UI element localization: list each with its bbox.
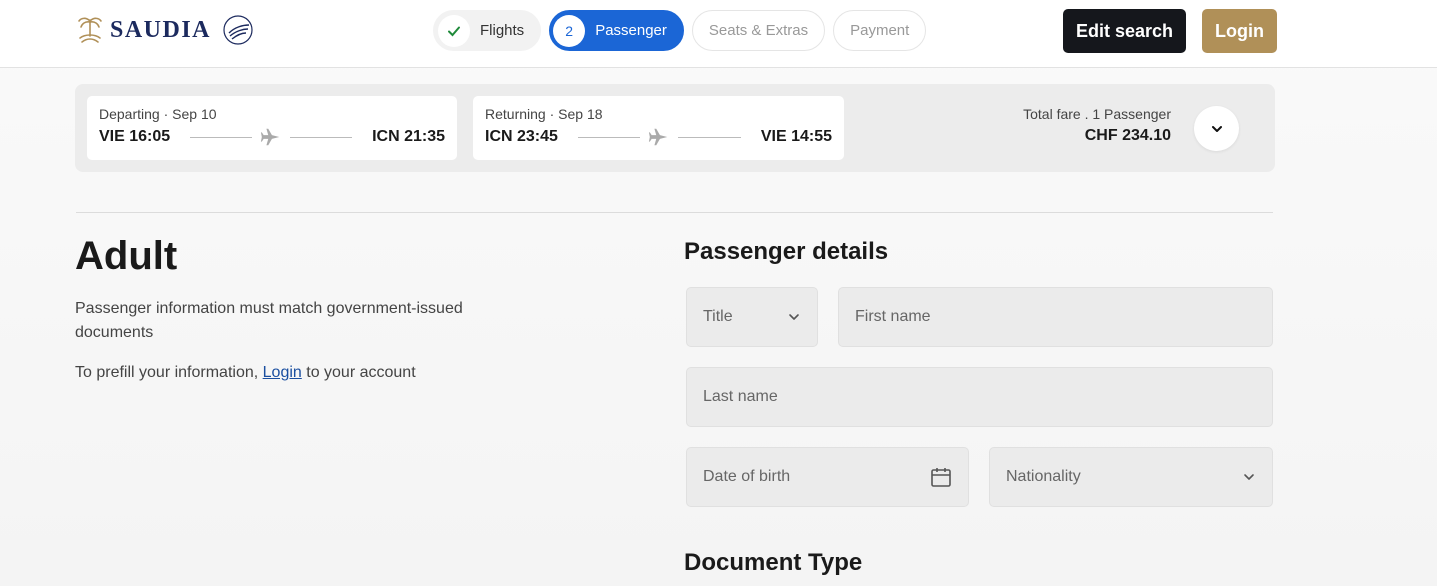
leg-route: ICN 23:45 VIE 14:55 [485,126,832,148]
step-passenger[interactable]: 2 Passenger [549,10,684,51]
first-name-field[interactable]: First name [838,287,1273,347]
calendar-icon[interactable] [930,466,952,488]
step-label: Flights [480,22,525,39]
title-select-placeholder: Title [703,308,733,325]
total-fare: Total fare . 1 Passenger CHF 234.10 [1023,106,1171,145]
dob-placeholder: Date of birth [703,468,791,485]
section-divider [76,212,1273,213]
chevron-down-icon [1244,474,1254,480]
step-payment[interactable]: Payment [833,10,927,51]
nationality-placeholder: Nationality [1006,468,1081,485]
passenger-type-title: Adult [75,234,178,278]
top-header: SAUDIA Flights 2 Passenger Seats & Extra… [0,0,1437,68]
airplane-icon [261,128,280,146]
fare-amount: CHF 234.10 [1084,127,1171,144]
destination-time: ICN 21:35 [372,128,445,145]
expand-summary-button[interactable] [1194,106,1239,151]
date-of-birth-field[interactable]: Date of birth [686,447,969,507]
fare-label: Total fare . 1 Passenger [1023,106,1171,122]
trip-summary: Departing · Sep 10 VIE 16:05 ICN 21:35 R… [75,84,1275,172]
nationality-select[interactable]: Nationality [989,447,1273,507]
prefill-text-before: To prefill your information, [75,364,263,381]
destination-time: VIE 14:55 [760,128,832,145]
step-label: Passenger [595,22,667,39]
document-type-title: Document Type [684,549,863,576]
origin-time: VIE 16:05 [99,128,171,145]
edit-search-button[interactable]: Edit search [1063,9,1186,53]
leg-label: Returning · Sep 18 [485,106,603,122]
step-label: Payment [850,22,910,39]
prefill-text-after: to your account [301,364,416,381]
step-label: Seats & Extras [708,22,809,39]
route-line [190,126,353,148]
saudia-logo[interactable]: SAUDIA [76,12,255,48]
leg-route: VIE 16:05 ICN 21:35 [99,126,445,148]
prefill-note: To prefill your information, Login to yo… [75,361,416,385]
leg-label: Departing · Sep 10 [99,106,217,122]
step-flights[interactable]: Flights [433,10,542,51]
check-icon [448,26,460,36]
brand-name: SAUDIA [110,16,212,43]
departing-leg: Departing · Sep 10 VIE 16:05 ICN 21:35 [87,96,457,160]
route-line [577,126,741,148]
step-seats-extras[interactable]: Seats & Extras [691,10,826,51]
first-name-placeholder: First name [855,308,931,325]
palm-emblem-icon [78,17,102,43]
step-done-badge [438,14,470,47]
last-name-field[interactable]: Last name [686,367,1273,427]
title-select[interactable]: Title [686,287,818,347]
passenger-details-title: Passenger details [684,238,889,265]
returning-leg: Returning · Sep 18 ICN 23:45 VIE 14:55 [473,96,844,160]
chevron-down-icon [789,314,799,320]
chevron-down-icon [1211,125,1222,132]
origin-time: ICN 23:45 [485,128,558,145]
booking-stepper: Flights 2 Passenger Seats & Extras Payme… [433,10,927,51]
document-match-note: Passenger information must match governm… [75,300,463,341]
prefill-login-link[interactable]: Login [263,364,302,381]
airplane-icon [649,128,668,146]
skyteam-logo-icon [223,15,253,45]
last-name-placeholder: Last name [703,388,778,405]
login-button[interactable]: Login [1202,9,1277,53]
step-number: 2 [553,14,586,47]
